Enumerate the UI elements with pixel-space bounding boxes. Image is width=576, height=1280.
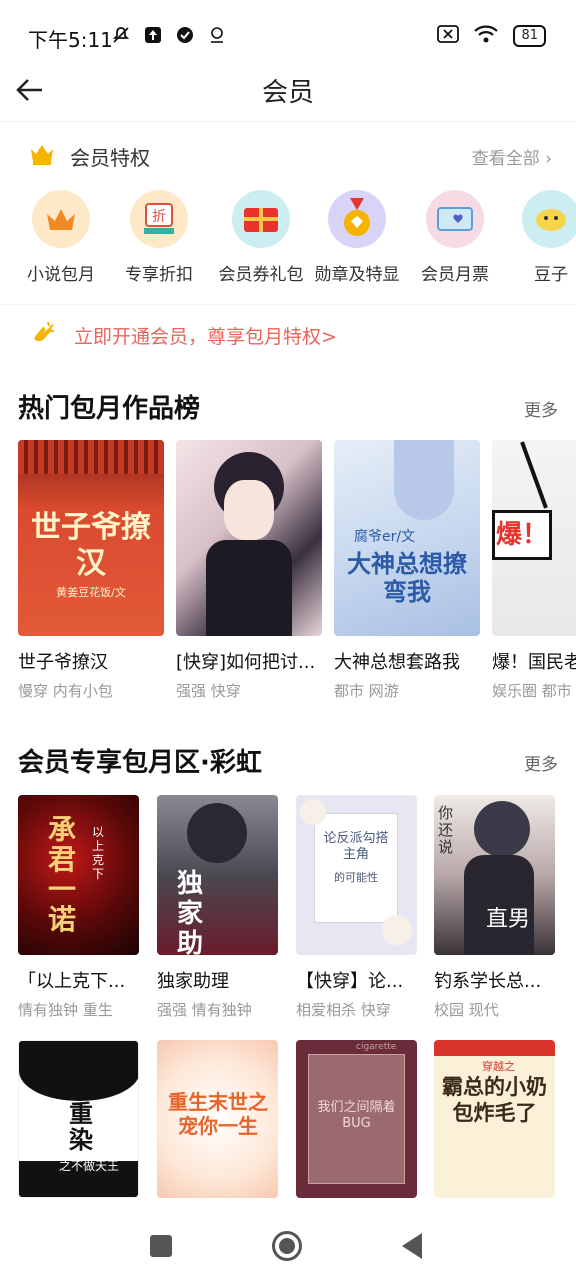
- book-title: 世子爷撩汉: [18, 652, 108, 673]
- book-card[interactable]: 爆！ 爆！国民老 娱乐圈 都市: [492, 440, 576, 701]
- book-title: 大神总想套路我: [334, 652, 460, 673]
- hand-wave-icon: [30, 320, 56, 350]
- no-sim-icon: [437, 25, 460, 47]
- book-tags: 慢穿 内有小包: [18, 682, 113, 700]
- book-tags: 强强 快穿: [176, 682, 241, 700]
- book-cover: [176, 440, 322, 636]
- privilege-medal[interactable]: 勋章及特显: [312, 190, 402, 285]
- book-card[interactable]: 重生末世之宠你一生: [157, 1040, 278, 1198]
- book-title: 「以上克下...: [18, 971, 126, 992]
- book-card[interactable]: 穿越之 霸总的小奶包炸毛了: [434, 1040, 555, 1198]
- book-card[interactable]: 世子爷撩汉 黄姜豆花饭/文 世子爷撩汉 慢穿 内有小包: [18, 440, 164, 701]
- book-card[interactable]: 论反派勾搭主角 的可能性 【快穿】论... 相爱相杀 快穿: [296, 795, 417, 1020]
- privilege-discount[interactable]: 折 专享折扣: [114, 190, 204, 285]
- crown-icon: [32, 190, 90, 248]
- book-cover: 你还说 直男: [434, 795, 555, 955]
- book-cover: 重染 之不做天王: [18, 1040, 139, 1198]
- check-badge-icon: [174, 24, 196, 46]
- book-title: 独家助理: [157, 971, 229, 992]
- book-cover: 我们之间隔着BUG cigarette: [296, 1040, 417, 1198]
- book-tags: 娱乐圈 都市: [492, 682, 572, 700]
- location-icon: [206, 24, 228, 46]
- battery-indicator: 81: [513, 25, 546, 47]
- privilege-monthly-ticket[interactable]: 会员月票: [410, 190, 500, 285]
- promo-banner[interactable]: 立即开通会员，尊享包月特权>: [30, 320, 337, 350]
- book-title: 钓系学长总...: [434, 971, 542, 992]
- svg-text:折: 折: [152, 209, 166, 225]
- book-card[interactable]: 重染 之不做天王: [18, 1040, 139, 1198]
- book-title: 【快穿】论...: [296, 971, 404, 992]
- book-card[interactable]: 我们之间隔着BUG cigarette: [296, 1040, 417, 1198]
- page-title: 会员: [261, 78, 314, 108]
- privileges-title: 会员特权: [70, 146, 150, 170]
- home-circle-icon[interactable]: [272, 1231, 302, 1261]
- book-cover: 世子爷撩汉 黄姜豆花饭/文: [18, 440, 164, 636]
- ticket-icon: [426, 190, 484, 248]
- medal-icon: [328, 190, 386, 248]
- promo-text: 立即开通会员，尊享包月特权>: [74, 325, 337, 348]
- wifi-icon: [473, 24, 499, 48]
- book-tags: 都市 网游: [334, 682, 399, 700]
- view-all-link[interactable]: 查看全部 ›: [472, 144, 552, 169]
- book-cover: 独家助理: [157, 795, 278, 955]
- book-card[interactable]: 承君一诺 以上克下 「以上克下... 情有独钟 重生: [18, 795, 139, 1020]
- system-nav-bar: [0, 1205, 576, 1280]
- book-tags: 强强 情有独钟: [157, 1001, 252, 1019]
- privilege-novel-monthly[interactable]: 小说包月: [16, 190, 106, 285]
- rainbow-section-title: 会员专享包月区·彩虹: [18, 748, 262, 778]
- book-card[interactable]: [快穿]如何把讨... 强强 快穿: [176, 440, 322, 701]
- app-bar: 会员: [0, 60, 576, 122]
- book-cover: 论反派勾搭主角 的可能性: [296, 795, 417, 955]
- rainbow-more-link[interactable]: 更多: [524, 750, 558, 775]
- book-cover: 重生末世之宠你一生: [157, 1040, 278, 1198]
- hot-more-link[interactable]: 更多: [524, 396, 558, 421]
- privilege-beans[interactable]: 豆子: [506, 190, 576, 285]
- upload-icon: [142, 24, 164, 46]
- book-cover: 承君一诺 以上克下: [18, 795, 139, 955]
- recents-square-icon[interactable]: [150, 1235, 172, 1257]
- book-tags: 情有独钟 重生: [18, 1001, 113, 1019]
- beans-icon: [522, 190, 576, 248]
- book-tags: 校园 现代: [434, 1001, 499, 1019]
- gift-icon: [232, 190, 290, 248]
- status-time: 下午5:11: [28, 28, 113, 52]
- discount-icon: 折: [130, 190, 188, 248]
- back-triangle-icon[interactable]: [402, 1233, 422, 1259]
- book-card[interactable]: 独家助理 独家助理 强强 情有独钟: [157, 795, 278, 1020]
- book-tags: 相爱相杀 快穿: [296, 1001, 391, 1019]
- book-title: [快穿]如何把讨...: [176, 652, 316, 673]
- privilege-gift-pack[interactable]: 会员券礼包: [216, 190, 306, 285]
- book-title: 爆！国民老: [492, 652, 576, 673]
- book-card[interactable]: 你还说 直男 钓系学长总... 校园 现代: [434, 795, 555, 1020]
- crown-icon: [30, 143, 54, 165]
- chevron-right-icon: ›: [545, 149, 552, 169]
- book-cover: 穿越之 霸总的小奶包炸毛了: [434, 1040, 555, 1198]
- book-cover: 大神总想撩弯我 腐爷er/文: [334, 440, 480, 636]
- mute-icon: [110, 24, 132, 46]
- privileges-header: 会员特权 查看全部 ›: [0, 130, 576, 180]
- privileges-row: 小说包月 折 专享折扣 会员券礼包 勋章及特显 会员月票 豆子: [0, 190, 576, 290]
- hot-section-title: 热门包月作品榜: [18, 394, 201, 424]
- book-card[interactable]: 大神总想撩弯我 腐爷er/文 大神总想套路我 都市 网游: [334, 440, 480, 701]
- book-cover: 爆！: [492, 440, 576, 636]
